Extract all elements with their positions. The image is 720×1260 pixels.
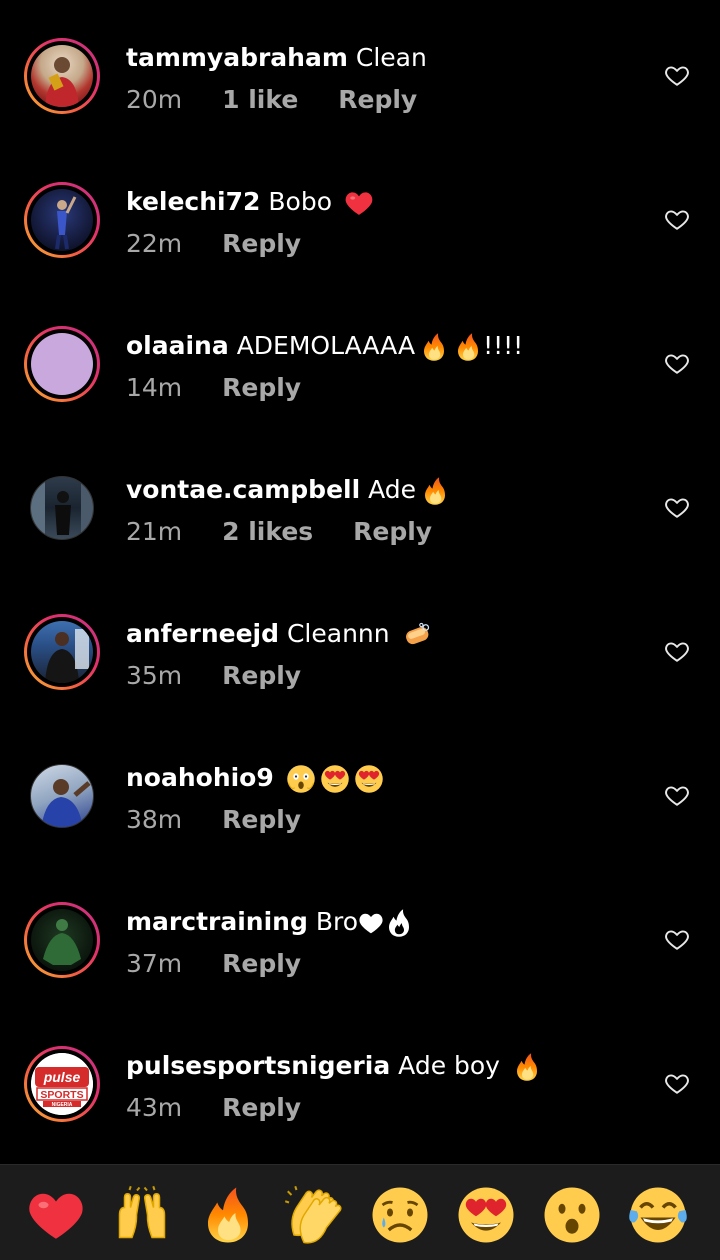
comment-body: anferneejd Cleannn xyxy=(126,614,432,654)
fire-icon xyxy=(512,1052,542,1082)
heart-eyes-icon xyxy=(354,764,384,794)
surprised-face-icon[interactable] xyxy=(542,1185,602,1245)
avatar[interactable] xyxy=(24,614,100,690)
reply-button[interactable]: Reply xyxy=(353,517,432,546)
comment-time: 35m xyxy=(126,661,183,690)
reply-button[interactable]: Reply xyxy=(222,373,301,402)
tears-of-joy-icon[interactable] xyxy=(628,1185,688,1245)
reply-button[interactable]: Reply xyxy=(222,229,301,258)
comment-meta: 22m Reply xyxy=(126,226,333,262)
face-screaming-icon xyxy=(286,764,316,794)
like-heart-icon[interactable] xyxy=(664,62,690,88)
comment-text: Ade xyxy=(368,475,417,504)
reply-button[interactable]: Reply xyxy=(222,661,301,690)
comment-text: ADEMOLAAAA xyxy=(236,331,416,360)
comment-time: 43m xyxy=(126,1093,183,1122)
comment-time: 37m xyxy=(126,949,183,978)
fire-icon xyxy=(420,476,450,506)
svg-text:NIGERIA: NIGERIA xyxy=(52,1102,73,1108)
like-heart-icon[interactable] xyxy=(664,1070,690,1096)
reply-button[interactable]: Reply xyxy=(222,1093,301,1122)
comment-username[interactable]: tammyabraham xyxy=(126,43,348,72)
avatar[interactable] xyxy=(24,902,100,978)
comment-body: vontae.campbell Ade xyxy=(126,470,450,510)
sad-face-icon[interactable] xyxy=(370,1185,430,1245)
comment-item: anferneejd Cleannn 35m Reply xyxy=(0,614,720,758)
comment-body: tammyabraham Clean xyxy=(126,38,427,78)
comment-item: vontae.campbell Ade 21m 2 likes Reply xyxy=(0,470,720,614)
soap-icon xyxy=(402,620,432,650)
comment-username[interactable]: pulsesportsnigeria xyxy=(126,1051,390,1080)
like-heart-icon[interactable] xyxy=(664,494,690,520)
comment-text: Clean xyxy=(355,43,427,72)
avatar[interactable] xyxy=(24,758,100,834)
clapping-hands-icon[interactable] xyxy=(284,1185,344,1245)
fire-icon xyxy=(419,332,449,362)
raising-hands-icon[interactable] xyxy=(112,1185,172,1245)
comment-username[interactable]: kelechi72 xyxy=(126,187,260,216)
comment-body: pulsesportsnigeria Ade boy xyxy=(126,1046,542,1086)
comment-time: 20m xyxy=(126,85,183,114)
comment-likes[interactable]: 1 like xyxy=(222,85,298,114)
avatar[interactable] xyxy=(24,38,100,114)
comment-username[interactable]: olaaina xyxy=(126,331,229,360)
comment-body: marctraining Bro xyxy=(126,902,414,942)
comment-username[interactable]: marctraining xyxy=(126,907,308,936)
comment-item: noahohio9 38m Reply xyxy=(0,758,720,902)
avatar[interactable] xyxy=(24,470,100,546)
comment-time: 22m xyxy=(126,229,183,258)
comment-body: noahohio9 xyxy=(126,758,384,798)
like-heart-icon[interactable] xyxy=(664,782,690,808)
like-heart-icon[interactable] xyxy=(664,926,690,952)
comment-username[interactable]: noahohio9 xyxy=(126,763,274,792)
comment-time: 14m xyxy=(126,373,183,402)
comment-meta: 43m Reply xyxy=(126,1090,333,1126)
reply-button[interactable]: Reply xyxy=(222,949,301,978)
reply-button[interactable]: Reply xyxy=(338,85,417,114)
avatar[interactable]: pulse SPORTS NIGERIA xyxy=(24,1046,100,1122)
svg-text:SPORTS: SPORTS xyxy=(40,1089,83,1101)
comment-meta: 37m Reply xyxy=(126,946,333,982)
comment-meta: 20m 1 like Reply xyxy=(126,82,449,118)
fire-icon xyxy=(453,332,483,362)
comment-item: olaaina ADEMOLAAAA!!!! 14m Reply xyxy=(0,326,720,470)
red-heart-icon[interactable] xyxy=(26,1185,86,1245)
comment-meta: 21m 2 likes Reply xyxy=(126,514,464,550)
comment-text: Bro xyxy=(315,907,358,936)
comment-meta: 35m Reply xyxy=(126,658,333,694)
comment-item: kelechi72 Bobo 22m Reply xyxy=(0,182,720,326)
comment-text: Bobo xyxy=(268,187,332,216)
comment-body: kelechi72 Bobo xyxy=(126,182,374,222)
comment-likes[interactable]: 2 likes xyxy=(222,517,313,546)
white-fire-icon xyxy=(384,908,414,938)
comment-username[interactable]: anferneejd xyxy=(126,619,279,648)
svg-text:pulse: pulse xyxy=(43,1069,81,1085)
like-heart-icon[interactable] xyxy=(664,638,690,664)
red-heart-icon xyxy=(344,188,374,218)
pulse-sports-logo: pulse SPORTS NIGERIA xyxy=(31,1053,93,1115)
comment-text-suffix: !!!! xyxy=(483,331,524,360)
comment-item: tammyabraham Clean 20m 1 like Reply xyxy=(0,38,720,182)
comment-meta: 14m Reply xyxy=(126,370,333,406)
comment-text: Cleannn xyxy=(286,619,390,648)
comment-meta: 38m Reply xyxy=(126,802,333,838)
reply-button[interactable]: Reply xyxy=(222,805,301,834)
like-heart-icon[interactable] xyxy=(664,350,690,376)
comment-time: 21m xyxy=(126,517,183,546)
heart-eyes-icon xyxy=(320,764,350,794)
comment-time: 38m xyxy=(126,805,183,834)
comment-item: marctraining Bro 37m Reply xyxy=(0,902,720,1046)
avatar[interactable] xyxy=(24,182,100,258)
comment-username[interactable]: vontae.campbell xyxy=(126,475,360,504)
comments-list: tammyabraham Clean 20m 1 like Reply kele… xyxy=(0,0,720,1164)
heart-eyes-icon[interactable] xyxy=(456,1185,516,1245)
comment-text: Ade boy xyxy=(398,1051,500,1080)
white-heart-icon xyxy=(358,910,384,936)
fire-icon[interactable] xyxy=(198,1185,258,1245)
quick-reaction-bar xyxy=(0,1164,720,1260)
like-heart-icon[interactable] xyxy=(664,206,690,232)
avatar[interactable] xyxy=(24,326,100,402)
comment-body: olaaina ADEMOLAAAA!!!! xyxy=(126,326,523,366)
